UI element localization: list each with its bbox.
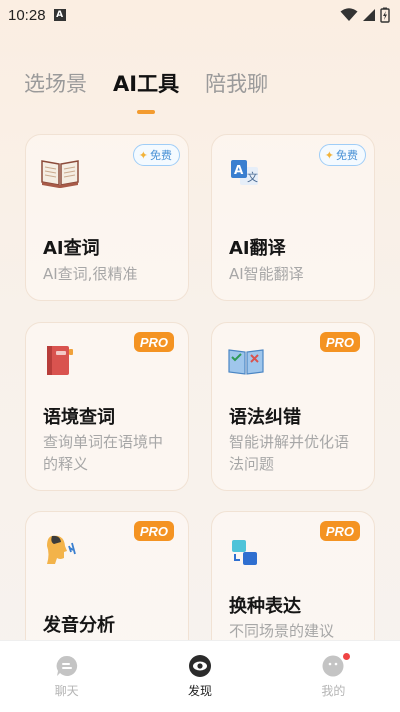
active-tab-indicator xyxy=(137,110,156,114)
top-tabs: 选场景 AI工具 陪我聊 xyxy=(24,68,268,114)
nav-chat-label: 聊天 xyxy=(54,684,79,698)
speaking-head-icon xyxy=(47,535,76,564)
tab-chat-with-me[interactable]: 陪我聊 xyxy=(205,68,268,98)
red-book-icon xyxy=(47,346,73,375)
card-desc: 查询单词在语境中的释义 xyxy=(43,433,164,473)
svg-text:文: 文 xyxy=(247,170,258,184)
free-badge: ✦ 免费 xyxy=(132,144,180,166)
smiley-bubble-icon xyxy=(322,655,344,677)
notification-dot xyxy=(342,653,350,660)
swap-blocks-icon xyxy=(232,540,257,565)
tab-ai-tools-label: AI工具 xyxy=(113,72,180,96)
open-book-icon xyxy=(41,160,79,188)
battery-icon xyxy=(380,7,390,23)
nav-discover[interactable]: 发现 xyxy=(133,641,266,712)
free-badge: ✦ 免费 xyxy=(318,144,366,166)
pro-badge: PRO xyxy=(133,332,174,352)
card-title: 语境查词 xyxy=(43,407,115,428)
card-title: AI查词 xyxy=(43,238,100,259)
tab-ai-tools[interactable]: AI工具 xyxy=(113,68,180,114)
card-desc: 智能讲解并优化语法问题 xyxy=(229,433,350,473)
card-title: 换种表达 xyxy=(229,596,301,617)
nav-me[interactable]: 我的 xyxy=(267,641,400,712)
card-ai-translate[interactable]: 文 A ✦ 免费 AI翻译 AI智能翻译 xyxy=(211,134,375,301)
pro-badge: PRO xyxy=(319,521,360,541)
card-desc: AI查词,很精准 xyxy=(43,265,138,283)
svg-text:A: A xyxy=(234,163,244,177)
pro-badge: PRO xyxy=(133,521,174,541)
card-ai-lookup[interactable]: ✦ 免费 AI查词 AI查词,很精准 xyxy=(25,134,189,301)
free-badge-label: 免费 xyxy=(150,149,172,162)
nav-me-label: 我的 xyxy=(321,684,346,698)
card-desc: AI智能翻译 xyxy=(229,265,304,283)
sparkle-icon: ✦ xyxy=(324,148,334,162)
status-bar: 10:28 A xyxy=(0,0,400,30)
card-title: 发音分析 xyxy=(43,615,115,636)
card-title: AI翻译 xyxy=(229,238,286,259)
chat-bubble-icon xyxy=(56,655,77,676)
translate-icon: 文 A xyxy=(231,160,258,185)
notification-icon: A xyxy=(53,9,66,21)
nav-chat[interactable]: 聊天 xyxy=(0,641,133,712)
card-desc: 不同场景的建议 xyxy=(229,622,335,640)
pro-badge: PRO xyxy=(319,332,360,352)
sparkle-icon: ✦ xyxy=(138,148,148,162)
card-context-lookup[interactable]: PRO 语境查词 查询单词在语境中的释义 xyxy=(25,322,189,491)
card-grammar-check[interactable]: PRO 语法纠错 智能讲解并优化语法问题 xyxy=(211,322,375,491)
free-badge-label: 免费 xyxy=(336,149,358,162)
tab-scenes[interactable]: 选场景 xyxy=(24,68,87,98)
card-title: 语法纠错 xyxy=(229,407,301,428)
bottom-nav: 聊天 发现 我的 xyxy=(0,640,400,712)
wifi-icon xyxy=(340,8,358,21)
status-time: 10:28 xyxy=(8,6,46,24)
grammar-book-icon xyxy=(228,349,264,375)
nav-discover-label: 发现 xyxy=(187,684,212,698)
eye-icon xyxy=(188,655,211,677)
signal-icon xyxy=(363,9,375,21)
status-icons xyxy=(340,7,390,23)
